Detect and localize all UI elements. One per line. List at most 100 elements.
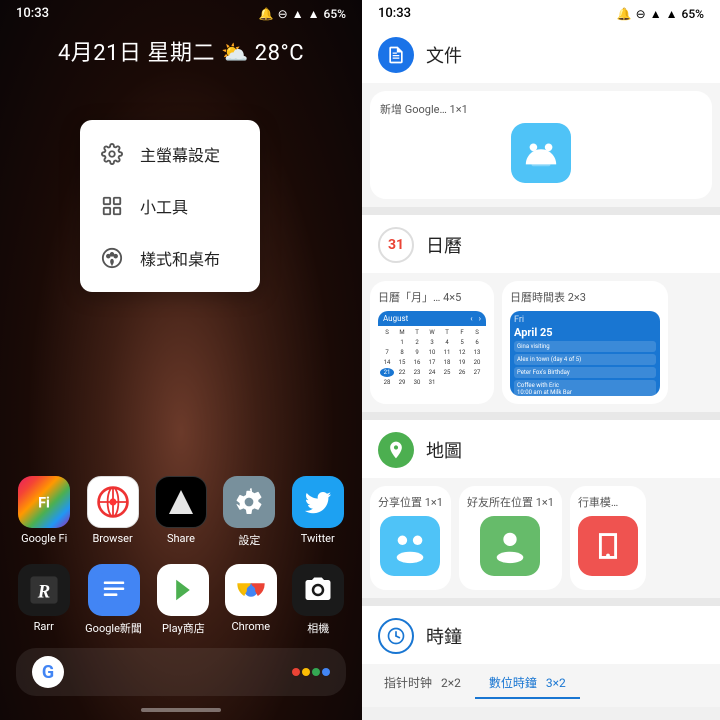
cal-day: T — [410, 328, 424, 337]
share-icon — [155, 476, 207, 528]
cal-date: 1 — [395, 338, 409, 347]
google-fi-icon: Fi — [18, 476, 70, 528]
app-share[interactable]: Share — [155, 476, 207, 548]
right-signal-icon: ▲ — [650, 7, 662, 21]
maps-share-label: 分享位置 1×1 — [378, 494, 443, 510]
maps-header: 地圖 — [362, 420, 720, 478]
clock-header: 時鐘 — [362, 606, 720, 664]
documents-widget-card[interactable]: 新增 Google… 1×1 — [370, 91, 712, 199]
clock-tab-analog-size — [435, 676, 438, 690]
clock-tab-analog-size-val: 2×2 — [441, 676, 461, 690]
cal-date: 13 — [470, 348, 484, 357]
clock-tabs: 指针时钟 2×2 數位時鐘 3×2 — [362, 664, 720, 699]
app-camera[interactable]: 相機 — [292, 564, 344, 636]
clock-tab-analog-label: 指针时钟 — [384, 676, 432, 690]
documents-section: 文件 新增 Google… 1×1 — [362, 25, 720, 207]
cal-date: 8 — [395, 348, 409, 357]
cal-date: 26 — [455, 368, 469, 377]
rarr-icon: R — [18, 564, 70, 616]
agenda-item-3: Peter Fox's Birthday — [514, 367, 656, 378]
maps-drive-card[interactable]: 行車模… — [570, 486, 646, 590]
documents-app-icon — [378, 37, 414, 73]
cal-date: 4 — [440, 338, 454, 347]
search-dock-bar[interactable]: G — [16, 648, 346, 696]
cal-next-icon[interactable]: › — [479, 314, 481, 323]
right-status-bar: 10:33 🔔 ⊖ ▲ ▲ 65% — [362, 0, 720, 25]
calendar-month-card[interactable]: 日曆「月」… 4×5 August ‹ › S M T W T — [370, 281, 494, 404]
app-news[interactable]: Google新聞 — [85, 564, 142, 636]
documents-android-placeholder — [511, 123, 571, 183]
maps-friends-card[interactable]: 好友所在位置 1×1 — [459, 486, 562, 590]
clock-tab-analog[interactable]: 指针时钟 2×2 — [370, 668, 475, 699]
cal-agenda-label: 日曆時間表 2×3 — [510, 289, 660, 305]
cal-nav: ‹ › — [470, 314, 481, 323]
calendar-widget-row: 日曆「月」… 4×5 August ‹ › S M T W T — [362, 273, 720, 404]
app-google-fi[interactable]: Fi Google Fi — [18, 476, 70, 548]
cal-date: 29 — [395, 378, 409, 387]
dot-red — [292, 668, 300, 676]
app-chrome[interactable]: Chrome — [225, 564, 277, 636]
cal-day: S — [470, 328, 484, 337]
maps-share-card[interactable]: 分享位置 1×1 — [370, 486, 451, 590]
cal-date — [380, 338, 394, 347]
left-status-icons: 🔔 ⊖ ▲ ▲ 65% — [259, 7, 346, 21]
clock-tab-digital-size — [540, 676, 543, 690]
svg-text:R: R — [36, 582, 49, 603]
app-twitter[interactable]: Twitter — [292, 476, 344, 548]
clock-tab-digital[interactable]: 數位時鐘 3×2 — [475, 668, 580, 699]
cal-date: 10 — [425, 348, 439, 357]
app-browser[interactable]: Browser — [87, 476, 139, 548]
play-label: Play商店 — [162, 620, 205, 636]
cal-date: 2 — [410, 338, 424, 347]
documents-app-name: 文件 — [426, 42, 462, 68]
svg-text:Fi: Fi — [38, 495, 50, 512]
cal-date: 27 — [470, 368, 484, 377]
cal-date: 14 — [380, 358, 394, 367]
app-settings[interactable]: 設定 — [223, 476, 275, 548]
context-menu: 主螢幕設定 小工具 — [80, 120, 260, 292]
google-g-icon[interactable]: G — [32, 656, 64, 688]
agenda-day: Fri — [514, 315, 656, 325]
menu-home-settings[interactable]: 主螢幕設定 — [80, 128, 260, 180]
cal-date: 16 — [410, 358, 424, 367]
divider-3 — [362, 598, 720, 606]
right-status-icons: 🔔 ⊖ ▲ ▲ 65% — [617, 7, 704, 21]
menu-widgets[interactable]: 小工具 — [80, 180, 260, 232]
agenda-item-4: Coffee with Eric10:00 am at Milk Bar — [514, 380, 656, 396]
maps-drive-placeholder — [578, 516, 638, 576]
app-play[interactable]: Play商店 — [157, 564, 209, 636]
google-search-bar[interactable]: G — [32, 656, 330, 688]
wifi-icon: ▲ — [308, 7, 320, 21]
cal-date: 3 — [425, 338, 439, 347]
home-bar — [141, 708, 221, 712]
news-label: Google新聞 — [85, 620, 142, 636]
clock-app-icon — [378, 618, 414, 654]
right-vibrate-icon: 🔔 — [617, 7, 632, 21]
cal-day: F — [455, 328, 469, 337]
rarr-label: Rarr — [34, 620, 54, 633]
signal-icon: ▲ — [292, 7, 304, 21]
maps-widget-row: 分享位置 1×1 好友所在位置 1×1 — [362, 478, 720, 590]
cal-date: 20 — [470, 358, 484, 367]
menu-wallpaper[interactable]: 樣式和桌布 — [80, 232, 260, 284]
agenda-item-2: Alex in town (day 4 of 5) — [514, 354, 656, 365]
cal-date: 9 — [410, 348, 424, 357]
app-rarr[interactable]: R Rarr — [18, 564, 70, 636]
cal-prev-icon[interactable]: ‹ — [470, 314, 472, 323]
calendar-app-icon: 31 — [378, 227, 414, 263]
right-wifi-icon: ▲ — [666, 7, 678, 21]
maps-friends-label: 好友所在位置 1×1 — [467, 494, 554, 510]
calendar-app-name: 日曆 — [426, 232, 462, 258]
twitter-icon — [292, 476, 344, 528]
maps-share-placeholder — [380, 516, 440, 576]
calendar-agenda-card[interactable]: 日曆時間表 2×3 Fri April 25 Gina visiting Ale… — [502, 281, 668, 404]
cal-agenda-preview: Fri April 25 Gina visiting Alex in town … — [510, 311, 660, 396]
news-icon — [88, 564, 140, 616]
dot-blue — [322, 668, 330, 676]
vibrate-icon: 🔔 — [259, 7, 274, 21]
dot-green — [312, 668, 320, 676]
cal-day: S — [380, 328, 394, 337]
share-label: Share — [167, 532, 195, 545]
cal-month-title: August — [383, 314, 408, 323]
divider-2 — [362, 412, 720, 420]
